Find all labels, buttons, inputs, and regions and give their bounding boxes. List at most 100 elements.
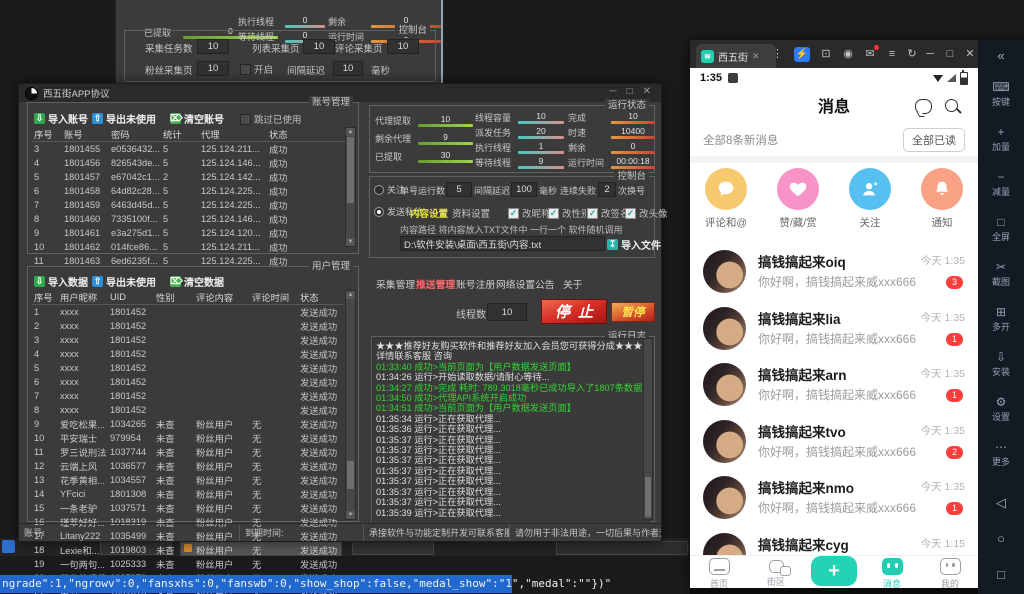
modify-改昵称-checkbox[interactable]: ✓ 改昵称: [508, 206, 551, 220]
column-header[interactable]: 代理: [199, 127, 267, 142]
column-header[interactable]: 账号: [62, 127, 109, 142]
table-row[interactable]: 10 1801462 014fce86... 5 125.124.211... 成功: [32, 240, 345, 254]
category-follow[interactable]: 关注: [840, 168, 900, 230]
scroll-up-icon[interactable]: ▲: [346, 128, 355, 136]
table-row[interactable]: 2 xxxx 1801452 发送成功: [32, 319, 345, 333]
table-row[interactable]: 4 1801456 826543de... 5 125.124.146... 成功: [32, 156, 345, 170]
column-header[interactable]: 评论内容: [194, 290, 250, 305]
column-header[interactable]: 状态: [267, 127, 313, 142]
modify-改签名-checkbox[interactable]: ✓ 改签名: [587, 206, 630, 220]
close-icon[interactable]: ✕: [643, 86, 651, 97]
table-row[interactable]: 3 xxxx 1801452 发送成功: [32, 333, 345, 347]
message-list-item[interactable]: 搞钱搞起来lia 你好啊，搞钱搞起来威xxx666 今天 1:35 1: [690, 303, 978, 359]
sidebar-fullscreen[interactable]: □ 全屏: [978, 215, 1024, 243]
table-row[interactable]: 6 1801458 64d82c28... 5 125.124.225... 成功: [32, 184, 345, 198]
fail-input[interactable]: [598, 182, 616, 197]
tab-推送管理[interactable]: 推送管理: [416, 277, 455, 291]
message-list-item[interactable]: 搞钱搞起来arn 你好啊，搞钱搞起来威xxx666 今天 1:35 1: [690, 359, 978, 415]
table-row[interactable]: 9 爱吃松果... 1034265 未查 粉丝用户 无 发送成功: [32, 417, 345, 431]
content-path-input[interactable]: [400, 236, 605, 251]
minimize-icon[interactable]: ─: [922, 47, 938, 62]
table-row[interactable]: 5 xxxx 1801452 发送成功: [32, 361, 345, 375]
column-header[interactable]: 密码: [109, 127, 161, 142]
run-count-input[interactable]: [446, 182, 472, 197]
scroll-down-icon[interactable]: ▼: [346, 238, 355, 246]
table-row[interactable]: 10 平安瑞士 979954 未查 粉丝用户 无 发送成功: [32, 431, 345, 445]
tab-网络设置[interactable]: 网络设置: [496, 277, 535, 291]
import-accounts-button[interactable]: ⇩ 导入账号: [34, 111, 88, 126]
category-bell[interactable]: 通知: [912, 168, 972, 230]
thread-count-input[interactable]: [487, 303, 527, 321]
nav-msgi[interactable]: 消息: [869, 558, 915, 588]
sidebar-multi-instance[interactable]: ⊞ 多开: [978, 305, 1024, 333]
skip-used-checkbox[interactable]: 跳过已使用: [240, 112, 302, 126]
table-row[interactable]: 7 1801459 6463d45d... 5 125.124.225... 成功: [32, 198, 345, 212]
table-row[interactable]: 4 xxxx 1801452 发送成功: [32, 347, 345, 361]
message-list-item[interactable]: 搞钱搞起来tvo 你好啊，搞钱搞起来威xxx666 今天 1:35 2: [690, 416, 978, 472]
account-table-scrollbar[interactable]: ▲ ▼: [345, 127, 356, 247]
content-settings-tab[interactable]: 内容设置: [410, 206, 448, 220]
close-icon[interactable]: ✕: [962, 47, 978, 62]
scroll-up-icon[interactable]: ▲: [346, 291, 355, 299]
table-row[interactable]: 1 xxxx 1801452 发送成功: [32, 305, 345, 320]
compose-post-button[interactable]: +: [811, 556, 857, 586]
tab-账号注册[interactable]: 账号注册: [456, 277, 495, 291]
sidebar-install-apk[interactable]: ⇩ 安装: [978, 350, 1024, 378]
tab-menu-icon[interactable]: ⋮: [772, 47, 783, 62]
table-row[interactable]: 14 YFcici 1801308 未查 粉丝用户 无 发送成功: [32, 487, 345, 501]
column-header[interactable]: UID: [108, 290, 154, 305]
table-row[interactable]: 5 1801457 e67042c1... 2 125.124.142... 成功: [32, 170, 345, 184]
table-row[interactable]: 19 一句两句... 1025333 未查 粉丝用户 无 发送成功: [32, 557, 345, 571]
emulator-tab[interactable]: ≋ 西五街 ✕: [696, 44, 776, 68]
pause-button[interactable]: 暂停: [611, 302, 655, 322]
minimize-icon[interactable]: ─: [609, 86, 616, 97]
maximize-icon[interactable]: □: [627, 86, 633, 97]
table-row[interactable]: 6 xxxx 1801452 发送成功: [32, 375, 345, 389]
column-header[interactable]: [313, 127, 345, 142]
sidebar-screenshot[interactable]: ✂ 截图: [978, 260, 1024, 288]
table-row[interactable]: 8 xxxx 1801452 发送成功: [32, 403, 345, 417]
clear-data-button[interactable]: ⌦ 清空数据: [170, 274, 224, 289]
maximize-icon[interactable]: □: [942, 47, 958, 62]
sidebar-keyboard[interactable]: ⌨ 按键: [978, 80, 1024, 108]
sidebar-volume-up[interactable]: + 加量: [978, 125, 1024, 153]
table-row[interactable]: 8 1801460 7335100f... 5 125.124.146... 成功: [32, 212, 345, 226]
modify-改性别-checkbox[interactable]: ✓ 改性别: [548, 206, 591, 220]
column-header[interactable]: 状态: [298, 290, 345, 305]
column-header[interactable]: 序号: [32, 290, 58, 305]
taskbar-item[interactable]: [556, 541, 688, 555]
table-row[interactable]: 12 云端上风 1036577 未查 粉丝用户 无 发送成功: [32, 459, 345, 473]
column-header[interactable]: 序号: [32, 127, 62, 142]
tab-关于[interactable]: 关于: [563, 277, 583, 291]
import-data-button[interactable]: ⇩ 导入数据: [34, 274, 88, 289]
column-header[interactable]: 用户昵称: [58, 290, 108, 305]
profile-settings-tab[interactable]: 资料设置: [452, 206, 490, 220]
table-row[interactable]: 18 Lexie和... 1019803 未查 粉丝用户 无 发送成功: [32, 543, 345, 557]
interval-input[interactable]: [333, 61, 363, 76]
category-chat[interactable]: 评论和@: [696, 168, 756, 230]
close-tab-icon[interactable]: ✕: [752, 51, 760, 62]
tab-公告[interactable]: 公告: [535, 277, 555, 291]
message-list-item[interactable]: 搞钱搞起来nmo 你好啊，搞钱搞起来威xxx666 今天 1:35 1: [690, 472, 978, 528]
sidebar-volume-down[interactable]: − 减量: [978, 170, 1024, 198]
table-row[interactable]: 15 一条老驴 1037571 未查 粉丝用户 无 发送成功: [32, 501, 345, 515]
rotate-icon[interactable]: ↻: [904, 47, 920, 62]
nav-street[interactable]: 街区: [753, 558, 799, 588]
table-row[interactable]: 7 xxxx 1801452 发送成功: [32, 389, 345, 403]
tab-采集管理[interactable]: 采集管理: [376, 277, 415, 291]
enable-checkbox[interactable]: 开启: [240, 62, 273, 76]
home-icon[interactable]: ○: [978, 531, 1024, 546]
collect-field-input[interactable]: [197, 39, 229, 54]
scroll-down-icon[interactable]: ▼: [346, 511, 355, 519]
modify-改头像-checkbox[interactable]: ✓ 改头像: [625, 206, 668, 220]
delay-input[interactable]: [511, 182, 537, 197]
user-table-scrollbar[interactable]: ▲ ▼: [345, 290, 356, 520]
taskbar-app-icon[interactable]: [2, 540, 15, 553]
sidebar-more[interactable]: ⋯ 更多: [978, 440, 1024, 468]
message-list-item[interactable]: 搞钱搞起来oiq 你好啊，搞钱搞起来威xxx666 今天 1:35 3: [690, 246, 978, 302]
import-file-button[interactable]: ↧ 导入文件: [607, 237, 661, 252]
run-log[interactable]: ★★★推荐好友购买软件和推荐好友加入会员您可获得分成★★★ 详情联系客服 咨询 01…: [372, 338, 650, 524]
category-heart[interactable]: 赞/藏/赏: [768, 168, 828, 230]
emulator-titlebar[interactable]: ≋ 西五街 ✕ ⋮ ⚡ ⊡ ◉ ✉ ≡ ↻ ─ □ ✕: [690, 40, 978, 68]
recent-icon[interactable]: □: [978, 567, 1024, 582]
